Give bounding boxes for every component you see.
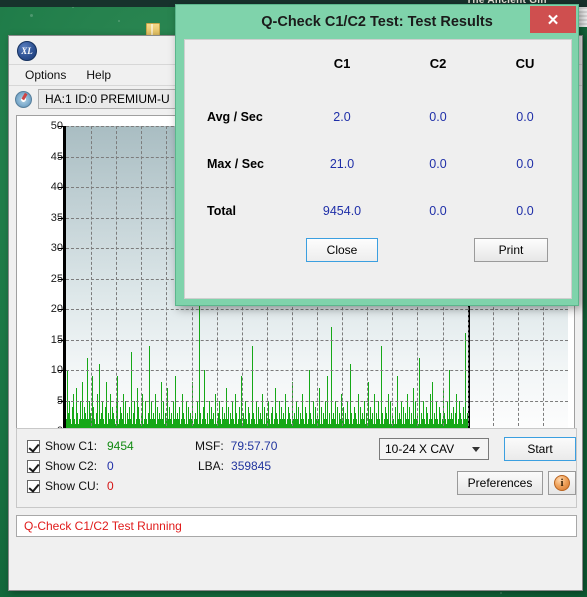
dialog-body: C1 C2 CU Avg / Sec 2.0 0.0 0.0 Max / Sec… bbox=[184, 39, 572, 299]
cell-avg-c2: 0.0 bbox=[429, 110, 447, 124]
value-c2: 0 bbox=[107, 459, 114, 473]
checkbox-show-cu[interactable]: Show CU: 0 bbox=[27, 479, 114, 493]
checkbox-show-c1-box[interactable] bbox=[27, 439, 40, 453]
dialog-title: Q-Check C1/C2 Test: Test Results bbox=[261, 14, 493, 30]
column-header-c1: C1 bbox=[333, 56, 351, 71]
chart-gridline-v bbox=[141, 126, 143, 431]
desktop-top-strip-text: The Ancient Gin bbox=[466, 0, 547, 3]
dialog-close-button[interactable]: Close bbox=[306, 238, 378, 262]
menu-item-help[interactable]: Help bbox=[78, 66, 119, 84]
chart-gridline-v bbox=[166, 126, 168, 431]
row-label-max-per-sec: Max / Sec bbox=[207, 157, 264, 171]
readout-lba: LBA: 359845 bbox=[198, 459, 271, 473]
controls-panel: Show C1: 9454 Show C2: 0 Show CU: 0 MSF:… bbox=[16, 428, 577, 508]
checkbox-show-cu-label: Show CU: bbox=[45, 479, 100, 493]
close-icon[interactable]: ✕ bbox=[530, 6, 576, 33]
checkbox-show-c2-label: Show C2: bbox=[45, 459, 98, 473]
chart-gridline-v bbox=[116, 126, 118, 431]
info-circle-icon bbox=[554, 475, 570, 491]
chevron-down-icon bbox=[472, 447, 480, 452]
menu-item-options[interactable]: Options bbox=[17, 66, 74, 84]
xl-logo-icon: XL bbox=[17, 41, 37, 61]
dialog-title-bar[interactable]: Q-Check C1/C2 Test: Test Results ✕ bbox=[176, 5, 578, 39]
speed-select-value: 10-24 X CAV bbox=[385, 442, 455, 456]
cell-max-cu: 0.0 bbox=[516, 157, 534, 171]
column-header-cu: CU bbox=[515, 56, 535, 71]
cell-max-c1: 21.0 bbox=[329, 157, 355, 171]
cell-avg-c1: 2.0 bbox=[333, 110, 351, 124]
preferences-button[interactable]: Preferences bbox=[457, 471, 543, 495]
value-cu: 0 bbox=[107, 479, 114, 493]
readout-lba-label: LBA: bbox=[198, 459, 225, 473]
column-header-c2: C2 bbox=[429, 56, 447, 71]
readout-lba-value: 359845 bbox=[231, 459, 272, 473]
cell-avg-cu: 0.0 bbox=[516, 110, 534, 124]
checkbox-show-c2-box[interactable] bbox=[27, 459, 40, 473]
disc-drive-icon bbox=[15, 90, 32, 108]
background-scrollbar-sliver[interactable] bbox=[578, 7, 587, 27]
cell-max-c2: 0.0 bbox=[429, 157, 447, 171]
cell-total-cu: 0.0 bbox=[516, 204, 534, 218]
row-label-avg-per-sec: Avg / Sec bbox=[207, 110, 263, 124]
readout-msf-label: MSF: bbox=[195, 439, 224, 453]
cell-total-c1: 9454.0 bbox=[322, 204, 362, 218]
test-results-dialog: Q-Check C1/C2 Test: Test Results ✕ C1 C2… bbox=[175, 4, 579, 306]
row-label-total: Total bbox=[207, 204, 236, 218]
readout-msf-value: 79:57.70 bbox=[230, 439, 278, 453]
value-c1: 9454 bbox=[107, 439, 134, 453]
cell-total-c2: 0.0 bbox=[429, 204, 447, 218]
checkbox-show-c2[interactable]: Show C2: 0 bbox=[27, 459, 114, 473]
info-button[interactable] bbox=[548, 471, 576, 495]
chart-gridline-v bbox=[91, 126, 93, 431]
start-button[interactable]: Start bbox=[504, 437, 576, 461]
readout-msf: MSF: 79:57.70 bbox=[195, 439, 277, 453]
status-bar: Q-Check C1/C2 Test Running bbox=[16, 515, 577, 537]
checkbox-show-cu-box[interactable] bbox=[27, 479, 40, 493]
checkbox-show-c1[interactable]: Show C1: 9454 bbox=[27, 439, 134, 453]
speed-select[interactable]: 10-24 X CAV bbox=[379, 438, 489, 460]
chart-y-axis: 05101520253035404550 bbox=[17, 120, 63, 437]
dialog-print-button[interactable]: Print bbox=[474, 238, 548, 262]
checkbox-show-c1-label: Show C1: bbox=[45, 439, 98, 453]
